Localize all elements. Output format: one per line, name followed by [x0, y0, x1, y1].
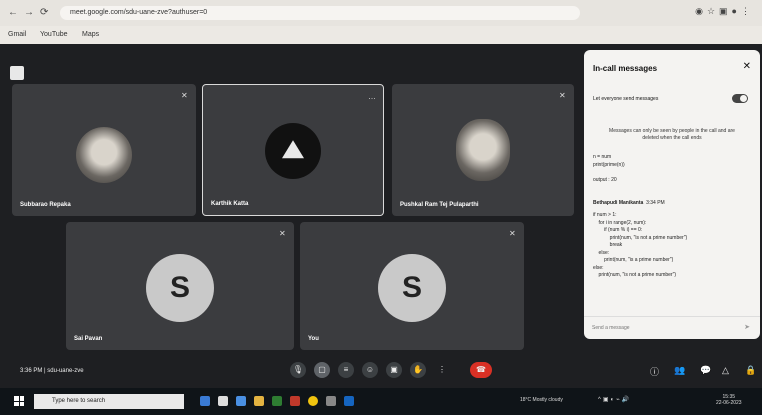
browser-window: ← → ⟳ meet.google.com/sdu-uane-zve?authu… [0, 0, 762, 390]
send-messages-toggle[interactable] [732, 94, 748, 103]
browser-toolbar: ← → ⟳ meet.google.com/sdu-uane-zve?authu… [0, 0, 762, 26]
call-controls-bar: 3:36 PM | sdu-uane-zve 🎙 ▢ ≡ ☺ ▣ ✋ ⋮ ☎ ⓘ… [0, 349, 762, 390]
send-message-box: ➤ [584, 316, 760, 339]
task-view-icon[interactable] [200, 396, 210, 406]
avatar: S [146, 254, 214, 322]
forward-icon[interactable]: → [24, 7, 34, 18]
toggle-label: Let everyone send messages [593, 96, 659, 102]
chat-title: In-call messages [593, 64, 658, 73]
people-icon[interactable]: 👥 [674, 365, 685, 376]
end-call-button[interactable]: ☎ [470, 362, 492, 378]
chat-message: n = num print(prime(n)) output : 20 [593, 154, 625, 183]
bookmark-youtube[interactable]: YouTube [40, 31, 68, 38]
raise-hand-button[interactable]: ✋ [410, 362, 426, 378]
mic-button[interactable]: 🎙 [290, 362, 306, 378]
app-icon[interactable] [290, 396, 300, 406]
taskbar-clock[interactable]: 15:35 22-06-2023 [716, 394, 742, 406]
meeting-time: 3:36 PM [20, 368, 43, 374]
meeting-code: sdu-uane-zve [47, 368, 84, 374]
weather-widget[interactable]: 18°C Mostly cloudy [520, 397, 563, 403]
participant-tile-active[interactable]: … Karthik Katta [202, 84, 384, 216]
sender-name: Bethapudi Manikanta [593, 200, 644, 206]
more-options-button[interactable]: ⋮ [434, 362, 450, 378]
info-icon[interactable]: ⓘ [650, 365, 659, 378]
address-bar[interactable]: meet.google.com/sdu-uane-zve?authuser=0 [60, 6, 580, 20]
meet-logo-icon [10, 66, 24, 80]
chat-sender: Bethapudi Manikanta 3:34 PM [593, 200, 665, 208]
captions-button[interactable]: ≡ [338, 362, 354, 378]
mic-off-icon: ✕ [559, 91, 566, 100]
camera-button[interactable]: ▢ [314, 362, 330, 378]
app-icon[interactable] [326, 396, 336, 406]
chat-notice: Messages can only be seen by people in t… [609, 128, 735, 141]
chrome-icon[interactable] [308, 396, 318, 406]
avatar: S [378, 254, 446, 322]
windows-taskbar: Type here to search 18°C Mostly cloudy ^… [0, 388, 762, 415]
close-icon[interactable]: ✕ [743, 61, 751, 72]
reload-icon[interactable]: ⟳ [40, 7, 48, 18]
participant-name: Subbarao Repaka [20, 202, 71, 208]
bookmark-gmail[interactable]: Gmail [8, 31, 26, 38]
participant-tile[interactable]: ✕ Pushkal Ram Tej Pulaparthi [392, 84, 574, 216]
participant-name: Sai Pavan [74, 336, 103, 342]
app-icon[interactable] [344, 396, 354, 406]
mic-off-icon: ✕ [181, 91, 188, 100]
present-button[interactable]: ▣ [386, 362, 402, 378]
meeting-info: 3:36 PM | sdu-uane-zve [20, 368, 84, 374]
participant-name: You [308, 336, 319, 342]
message-input[interactable] [592, 322, 732, 334]
app-icon[interactable] [218, 396, 228, 406]
app-icon[interactable] [272, 396, 282, 406]
activities-icon[interactable]: △ [722, 365, 729, 376]
participant-name: Karthik Katta [211, 201, 249, 207]
logo-avatar-icon [282, 140, 304, 159]
back-icon[interactable]: ← [8, 7, 18, 18]
host-controls-icon[interactable]: 🔒 [745, 365, 756, 376]
participant-tile[interactable]: ✕ Subbarao Repaka [12, 84, 196, 216]
chat-panel: In-call messages ✕ Let everyone send mes… [584, 50, 760, 339]
chat-icon[interactable]: 💬 [700, 365, 711, 376]
toolbar-icons[interactable]: ◉☆▣●⋮ [695, 6, 754, 17]
system-tray-icons[interactable]: ^▣◐⌁🔊 [598, 396, 631, 403]
reactions-button[interactable]: ☺ [362, 362, 378, 378]
taskbar-search[interactable]: Type here to search [34, 394, 184, 409]
speaking-icon: … [368, 92, 376, 101]
avatar [76, 127, 132, 183]
avatar [456, 119, 510, 181]
bookmark-maps[interactable]: Maps [82, 31, 99, 38]
file-explorer-icon[interactable] [254, 396, 264, 406]
clock-date: 22-06-2023 [716, 400, 742, 406]
sender-time: 3:34 PM [646, 200, 665, 206]
participant-tile-self[interactable]: S ✕ You [300, 222, 524, 350]
participant-name: Pushkal Ram Tej Pulaparthi [400, 202, 479, 208]
app-icon[interactable] [236, 396, 246, 406]
mic-off-icon: ✕ [509, 229, 516, 238]
mic-off-icon: ✕ [279, 229, 286, 238]
participant-tile[interactable]: S ✕ Sai Pavan [66, 222, 294, 350]
send-icon[interactable]: ➤ [744, 323, 750, 331]
bookmarks-bar: Gmail YouTube Maps [0, 26, 762, 44]
chat-message: if num > 1: for i in range(2, num): if (… [593, 212, 688, 278]
avatar [265, 123, 321, 179]
windows-start-icon[interactable] [14, 396, 24, 406]
